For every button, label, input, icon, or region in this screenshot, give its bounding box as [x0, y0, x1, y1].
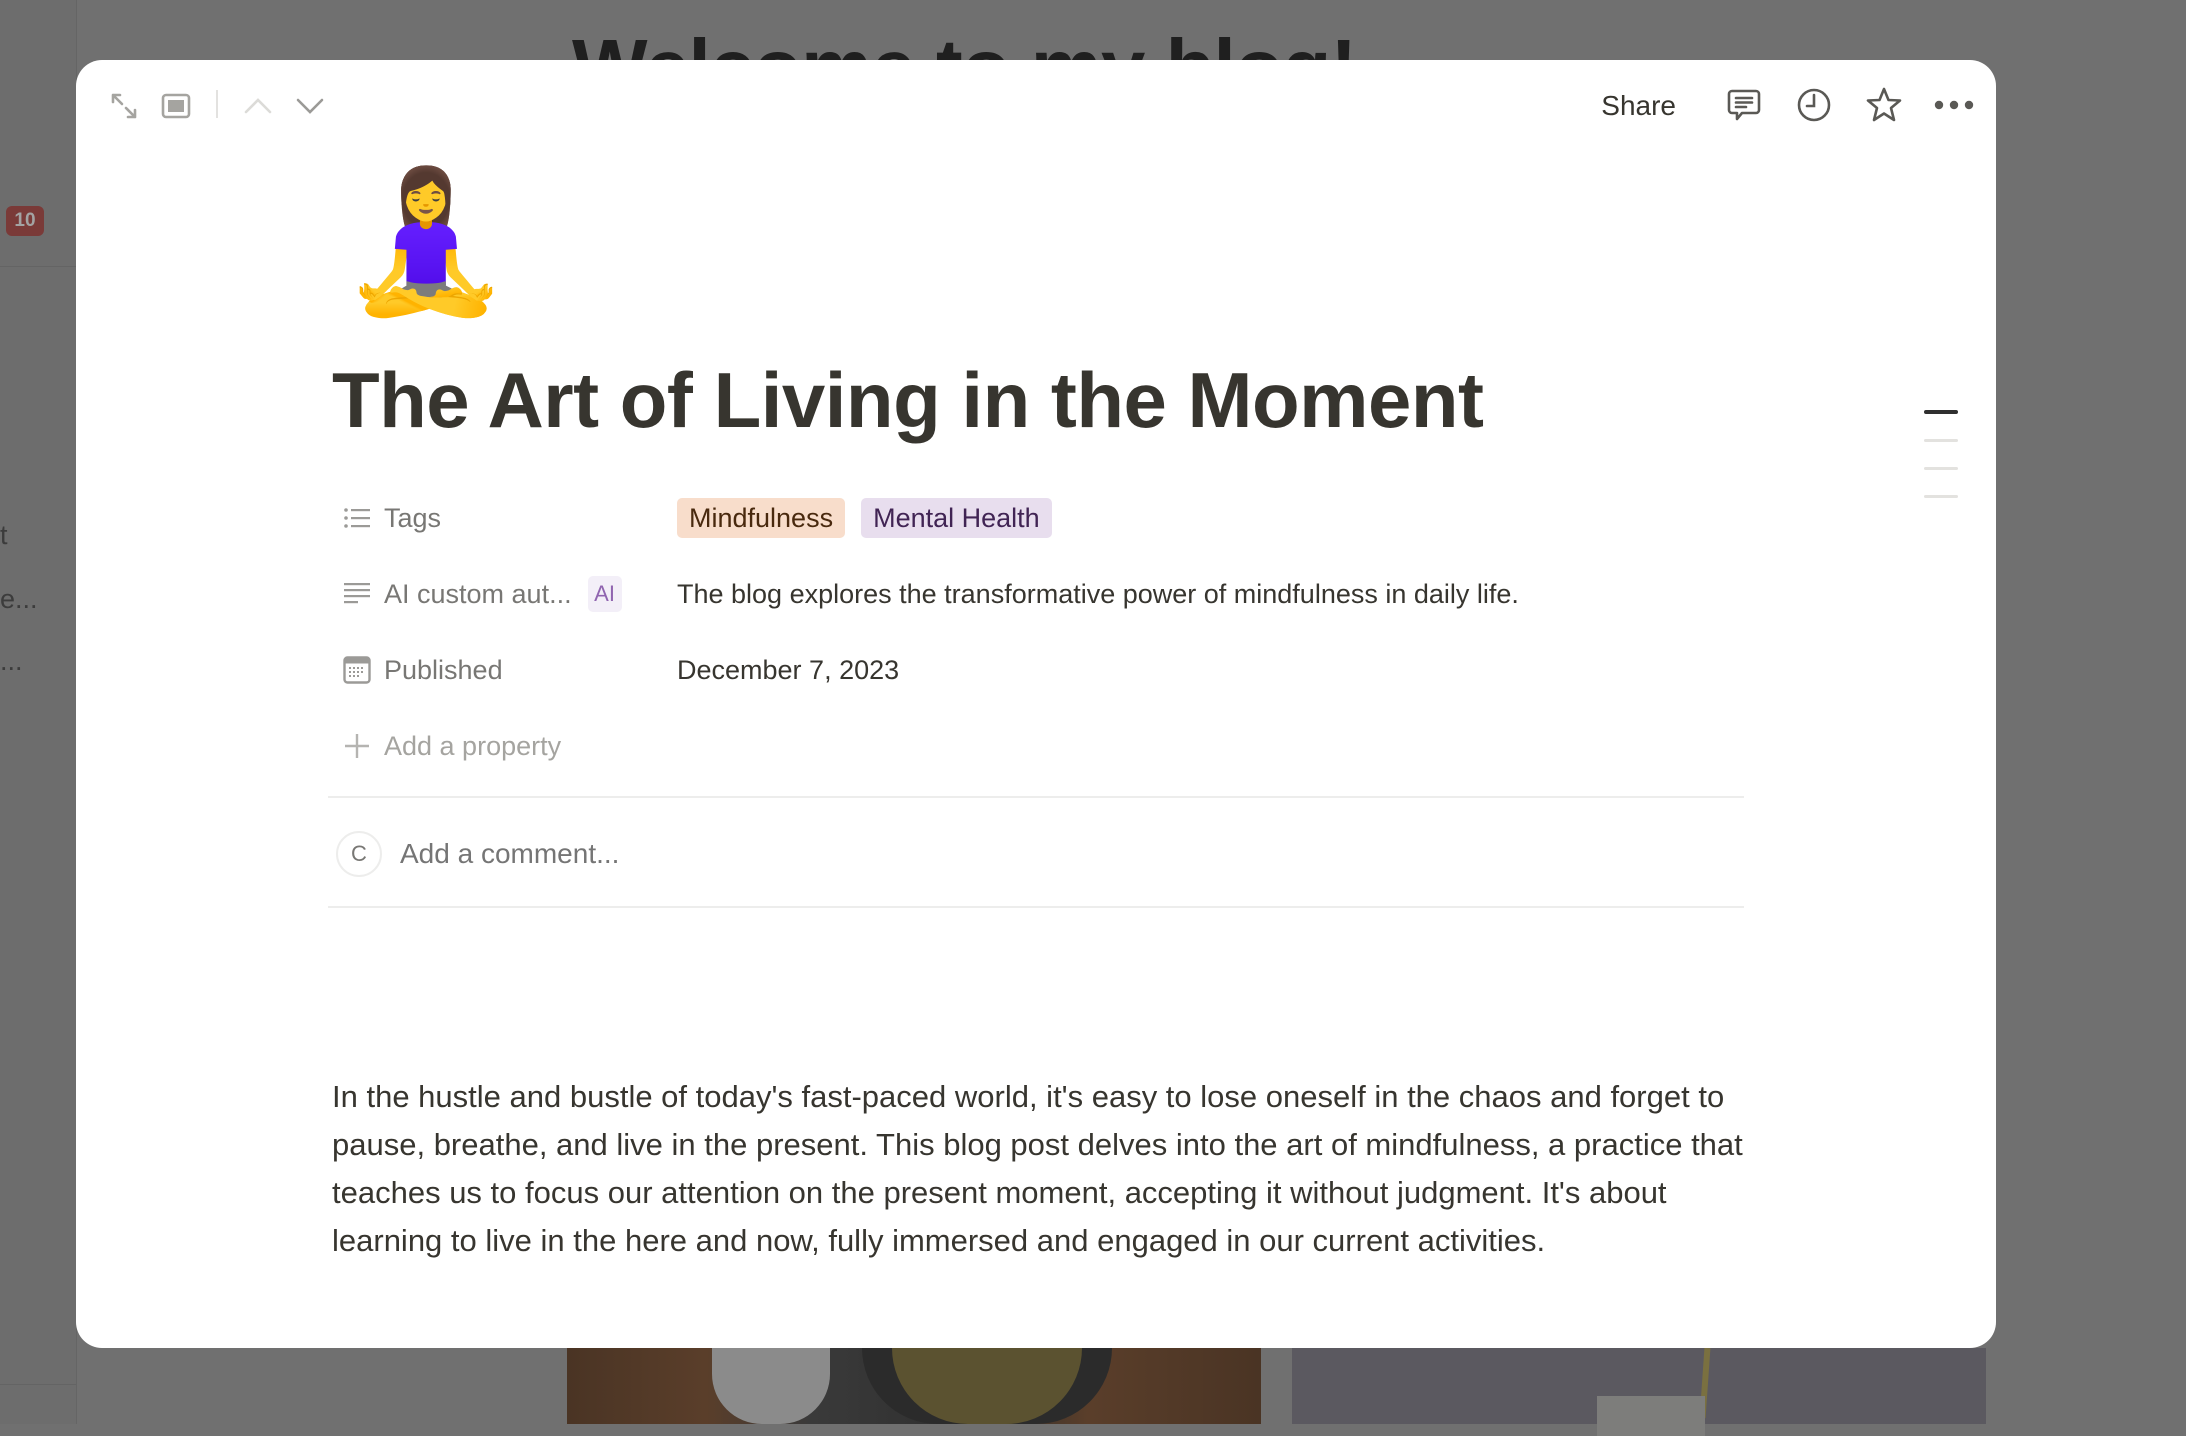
- property-name: AI custom aut...: [384, 578, 572, 609]
- page-properties: Tags Mindfulness Mental Health AI custom…: [332, 480, 1752, 784]
- multi-select-list-icon: [340, 501, 374, 535]
- add-property-row: Add a property: [332, 708, 1752, 784]
- calendar-icon: [340, 653, 374, 687]
- plus-icon: [340, 729, 374, 763]
- sidebar-divider: [0, 1384, 76, 1385]
- modal-toolbar: Share: [76, 60, 1996, 148]
- page-emoji-icon[interactable]: 🧘‍♀️: [340, 164, 512, 320]
- table-of-contents-minimap[interactable]: [1924, 410, 1958, 523]
- property-label-ai-autofill[interactable]: AI custom aut... AI: [332, 570, 677, 618]
- comments-divider: [328, 906, 1744, 908]
- add-property-button[interactable]: Add a property: [332, 722, 677, 770]
- sidebar-fragment: ...: [0, 646, 23, 676]
- toc-item[interactable]: [1924, 467, 1958, 470]
- property-name: Published: [384, 654, 503, 685]
- tag-mental-health[interactable]: Mental Health: [861, 498, 1052, 538]
- favorite-star-icon[interactable]: [1864, 85, 1904, 125]
- background-mug-image: [1292, 1347, 1986, 1436]
- property-row-published: Published December 7, 2023: [332, 632, 1752, 708]
- updates-clock-icon[interactable]: [1794, 85, 1834, 125]
- property-row-tags: Tags Mindfulness Mental Health: [332, 480, 1752, 556]
- add-property-label: Add a property: [384, 730, 562, 761]
- background-sidebar: 10 t e... ...: [0, 0, 77, 1424]
- property-label-published[interactable]: Published: [332, 646, 677, 694]
- ai-badge: AI: [587, 576, 622, 612]
- sidebar-divider: [0, 266, 76, 267]
- toc-item[interactable]: [1924, 410, 1958, 414]
- toc-item[interactable]: [1924, 439, 1958, 442]
- expand-icon[interactable]: [108, 90, 140, 122]
- avatar: C: [336, 831, 382, 877]
- next-page-icon[interactable]: [294, 90, 326, 122]
- background-food-image: [567, 1348, 1261, 1424]
- property-label-tags[interactable]: Tags: [332, 494, 677, 542]
- property-value-ai-autofill[interactable]: The blog explores the transformative pow…: [677, 579, 1519, 610]
- comment-input[interactable]: [398, 837, 1302, 871]
- peek-mode-icon[interactable]: [160, 90, 192, 122]
- share-button[interactable]: Share: [1601, 86, 1676, 126]
- tag-mindfulness[interactable]: Mindfulness: [677, 498, 846, 538]
- more-options-icon[interactable]: [1934, 85, 1974, 125]
- property-value-published[interactable]: December 7, 2023: [677, 655, 899, 686]
- sidebar-fragment: t: [0, 520, 8, 550]
- previous-page-icon[interactable]: [242, 90, 274, 122]
- comment-composer[interactable]: C: [336, 824, 1302, 884]
- property-name: Tags: [384, 502, 442, 533]
- sidebar-fragment: e...: [0, 584, 38, 614]
- text-lines-icon: [340, 577, 374, 611]
- property-value-tags[interactable]: Mindfulness Mental Health: [677, 498, 1052, 538]
- page-title[interactable]: The Art of Living in the Moment: [332, 350, 1484, 450]
- properties-divider: [328, 796, 1744, 798]
- body-paragraph[interactable]: In the hustle and bustle of today's fast…: [332, 1073, 1752, 1265]
- property-row-ai-autofill: AI custom aut... AI The blog explores th…: [332, 556, 1752, 632]
- page-peek-modal: Share 🧘‍♀️ The Art of Living in the Mome…: [76, 60, 1996, 1348]
- toc-item[interactable]: [1924, 495, 1958, 498]
- notification-badge: 10: [6, 206, 44, 236]
- comments-icon[interactable]: [1724, 85, 1764, 125]
- toolbar-separator: [216, 90, 218, 118]
